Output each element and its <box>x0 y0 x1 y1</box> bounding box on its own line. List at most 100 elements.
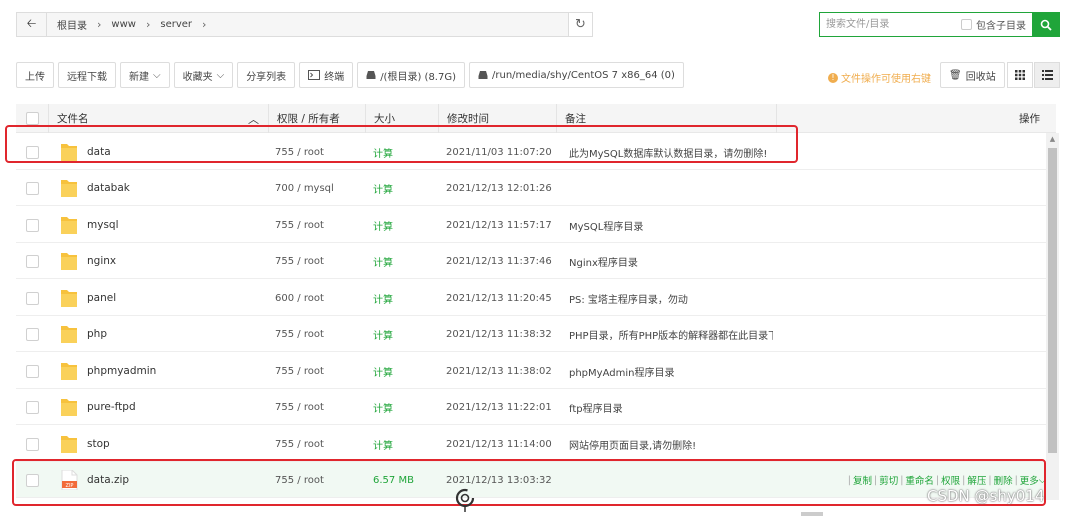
file-name[interactable]: nginx <box>87 243 116 279</box>
file-permission[interactable]: 755 / root <box>275 389 324 425</box>
file-mtime: 2021/12/13 11:38:02 <box>446 365 552 377</box>
remote-download-button[interactable]: 远程下载 <box>58 62 116 88</box>
scrollbar-thumb[interactable] <box>1048 148 1057 453</box>
context-menu-tip: ! 文件操作可使用右键 <box>828 70 931 85</box>
file-permission[interactable]: 755 / root <box>275 353 324 389</box>
file-size[interactable]: 计算 <box>373 170 393 206</box>
disk-media-label: /run/media/shy/CentOS 7 x86_64 (0) <box>492 69 675 81</box>
file-note[interactable]: PS: 宝塔主程序目录，勿动 <box>569 280 773 316</box>
table-row[interactable]: mysql 755 / root 计算 2021/12/13 11:57:17 … <box>16 207 1046 243</box>
search-button[interactable] <box>1032 13 1059 36</box>
file-note[interactable]: ftp程序目录 <box>569 389 773 425</box>
file-mtime: 2021/12/13 11:37:46 <box>446 255 552 267</box>
file-note[interactable]: MySQL程序目录 <box>569 207 773 243</box>
refresh-icon[interactable]: ↻ <box>568 13 592 36</box>
share-list-label: 分享列表 <box>246 71 287 83</box>
file-size[interactable]: 计算 <box>373 316 393 352</box>
info-icon: ! <box>828 72 838 83</box>
row-checkbox[interactable] <box>26 316 40 352</box>
checkbox[interactable] <box>961 19 972 30</box>
scroll-up-icon[interactable]: ▲ <box>1046 133 1059 145</box>
crumb-server[interactable]: server <box>156 19 196 30</box>
row-checkbox[interactable] <box>26 170 40 206</box>
row-checkbox[interactable] <box>26 389 40 425</box>
file-mtime: 2021/12/13 11:38:32 <box>446 328 552 340</box>
table-row[interactable]: databak 700 / mysql 计算 2021/12/13 12:01:… <box>16 170 1046 206</box>
table-row[interactable]: pure-ftpd 755 / root 计算 2021/12/13 11:22… <box>16 389 1046 425</box>
file-size[interactable]: 计算 <box>373 243 393 279</box>
table-row[interactable]: phpmyadmin 755 / root 计算 2021/12/13 11:3… <box>16 353 1046 389</box>
folder-icon <box>61 326 77 343</box>
file-permission[interactable]: 755 / root <box>275 243 324 279</box>
grid-view-icon[interactable] <box>1007 62 1033 88</box>
breadcrumb: 根目录 › www › server › <box>47 17 568 32</box>
table-row[interactable]: panel 600 / root 计算 2021/12/13 11:20:45 … <box>16 280 1046 316</box>
file-size[interactable]: 计算 <box>373 353 393 389</box>
disk-media-button[interactable]: /run/media/shy/CentOS 7 x86_64 (0) <box>469 62 684 88</box>
folder-icon <box>61 180 77 197</box>
folder-icon <box>61 253 77 270</box>
file-permission[interactable]: 755 / root <box>275 316 324 352</box>
file-mtime: 2021/12/13 11:14:00 <box>446 438 552 450</box>
disk-root-button[interactable]: /(根目录) (8.7G) <box>357 62 465 88</box>
share-list-button[interactable]: 分享列表 <box>237 62 296 88</box>
file-permission[interactable]: 700 / mysql <box>275 170 334 206</box>
list-view-icon[interactable] <box>1034 62 1060 88</box>
search-icon <box>1040 19 1052 31</box>
file-mtime: 2021/12/13 11:20:45 <box>446 292 552 304</box>
file-note[interactable]: 网站停用页面目录,请勿删除! <box>569 426 773 462</box>
row-checkbox[interactable] <box>26 353 40 389</box>
table-row[interactable]: nginx 755 / root 计算 2021/12/13 11:37:46 … <box>16 243 1046 279</box>
file-name[interactable]: databak <box>87 170 130 206</box>
table-row[interactable]: stop 755 / root 计算 2021/12/13 11:14:00 网… <box>16 426 1046 462</box>
file-size[interactable]: 计算 <box>373 280 393 316</box>
file-name[interactable]: mysql <box>87 207 119 243</box>
disk-root-label: /(根目录) (8.7G) <box>380 71 456 83</box>
row-checkbox[interactable] <box>26 280 40 316</box>
upload-button[interactable]: 上传 <box>16 62 54 88</box>
file-size[interactable]: 计算 <box>373 207 393 243</box>
chevron-right-icon: › <box>145 18 151 31</box>
recycle-label: 回收站 <box>965 71 996 83</box>
header-ops: 操作 <box>1019 113 1040 125</box>
favorites-label: 收藏夹 <box>182 71 213 83</box>
arrow-left-icon[interactable]: 🡠 <box>17 13 47 36</box>
file-note[interactable]: Nginx程序目录 <box>569 243 773 279</box>
subdir-checkbox[interactable]: 包含子目录 <box>961 13 1032 36</box>
row-checkbox[interactable] <box>26 426 40 462</box>
table-row[interactable]: php 755 / root 计算 2021/12/13 11:38:32 PH… <box>16 316 1046 352</box>
file-name[interactable]: stop <box>87 426 110 462</box>
file-name[interactable]: pure-ftpd <box>87 389 136 425</box>
subdir-label: 包含子目录 <box>976 21 1026 32</box>
crumb-www[interactable]: www <box>107 19 140 30</box>
recycle-bin-button[interactable]: 🗑 回收站 <box>940 62 1005 88</box>
horizontal-scrollbar-thumb[interactable] <box>801 512 823 516</box>
trash-icon: 🗑 <box>949 69 962 81</box>
terminal-icon <box>308 70 321 80</box>
file-name[interactable]: panel <box>87 280 116 316</box>
file-permission[interactable]: 755 / root <box>275 207 324 243</box>
row-checkbox[interactable] <box>26 207 40 243</box>
terminal-button[interactable]: 终端 <box>299 62 354 88</box>
file-permission[interactable]: 755 / root <box>275 426 324 462</box>
folder-icon <box>61 290 77 307</box>
file-name[interactable]: phpmyadmin <box>87 353 156 389</box>
new-button[interactable]: 新建 ⌵ <box>120 62 170 88</box>
disk-icon <box>366 71 376 79</box>
file-size[interactable]: 计算 <box>373 389 393 425</box>
remote-download-label: 远程下载 <box>67 71 107 83</box>
favorites-button[interactable]: 收藏夹 ⌵ <box>173 62 234 88</box>
row-checkbox[interactable] <box>26 243 40 279</box>
search-input[interactable] <box>820 13 961 36</box>
file-size[interactable]: 计算 <box>373 426 393 462</box>
file-note[interactable]: PHP目录，所有PHP版本的解释器都在此目录下 <box>569 316 773 352</box>
file-name[interactable]: php <box>87 316 107 352</box>
file-note[interactable]: phpMyAdmin程序目录 <box>569 353 773 389</box>
chevron-right-icon[interactable]: › <box>196 18 212 31</box>
folder-icon <box>61 363 77 380</box>
file-permission[interactable]: 600 / root <box>275 280 324 316</box>
search-box: 包含子目录 <box>819 12 1060 37</box>
crumb-root[interactable]: 根目录 <box>53 17 91 32</box>
terminal-label: 终端 <box>324 71 345 83</box>
file-note[interactable] <box>569 170 773 206</box>
